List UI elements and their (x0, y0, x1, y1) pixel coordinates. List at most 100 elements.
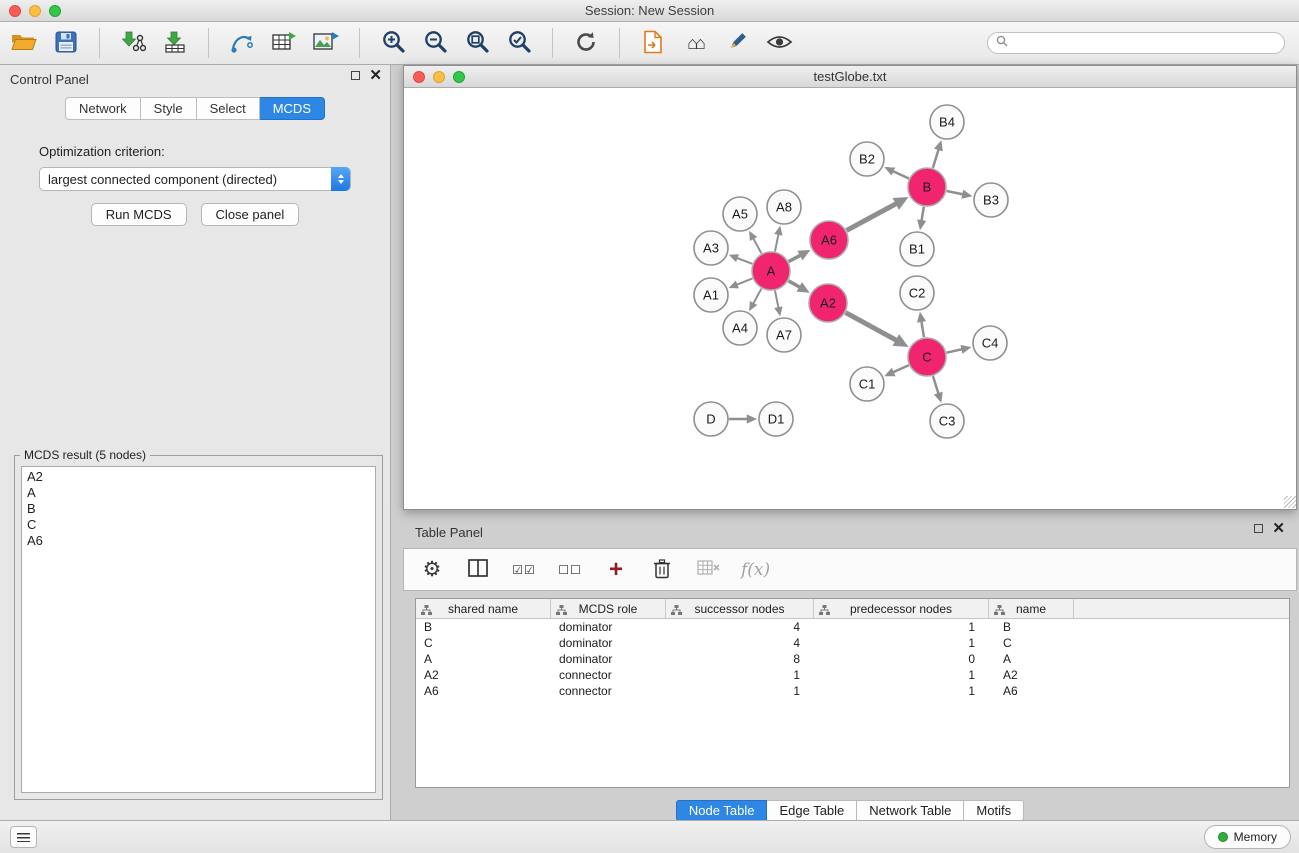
graph-edge-B-B1[interactable] (921, 207, 923, 221)
cell-mcds-role[interactable]: dominator (551, 619, 666, 635)
float-table-panel-icon[interactable] (1254, 524, 1263, 533)
tab-network[interactable]: Network (65, 97, 141, 120)
cell-predecessor-nodes[interactable]: 1 (814, 619, 989, 635)
network-window-zoom-button[interactable] (453, 71, 465, 83)
import-network-button[interactable] (120, 26, 146, 60)
mcds-result-item[interactable]: C (27, 517, 370, 533)
column-header-name[interactable]: name (989, 599, 1074, 618)
network-window-minimize-button[interactable] (433, 71, 445, 83)
cell-successor-nodes[interactable]: 4 (666, 619, 814, 635)
graph-edge-B-B2[interactable] (893, 171, 909, 179)
cell-successor-nodes[interactable]: 1 (666, 683, 814, 699)
tab-style[interactable]: Style (141, 97, 197, 120)
tab-mcds[interactable]: MCDS (260, 97, 325, 120)
cell-predecessor-nodes[interactable]: 1 (814, 683, 989, 699)
table-row[interactable]: A2 connector 1 1 A2 (416, 667, 1289, 683)
cell-mcds-role[interactable]: dominator (551, 635, 666, 651)
tab-select[interactable]: Select (197, 97, 260, 120)
zoom-selected-button[interactable] (506, 26, 532, 60)
tab-node-table[interactable]: Node Table (676, 800, 768, 821)
search-input[interactable] (1013, 36, 1276, 50)
column-header-predecessor-nodes[interactable]: predecessor nodes (814, 599, 989, 618)
delete-column-button[interactable] (649, 553, 675, 587)
float-panel-icon[interactable] (351, 71, 360, 80)
save-session-button[interactable] (53, 26, 79, 60)
select-all-columns-button[interactable]: ☑☑ (511, 553, 537, 587)
toolbar-search[interactable] (987, 32, 1285, 54)
graph-edge-C-C3[interactable] (933, 376, 939, 394)
column-header-shared-name[interactable]: shared name (416, 599, 551, 618)
window-close-button[interactable] (9, 5, 21, 17)
import-table-button[interactable] (162, 26, 188, 60)
network-window-close-button[interactable] (413, 71, 425, 83)
task-history-button[interactable] (10, 826, 37, 848)
cell-mcds-role[interactable]: dominator (551, 651, 666, 667)
open-session-button[interactable] (10, 26, 37, 60)
export-image-button[interactable] (313, 26, 339, 60)
mcds-result-item[interactable]: A6 (27, 533, 370, 549)
column-header-successor-nodes[interactable]: successor nodes (666, 599, 814, 618)
export-network-button[interactable] (229, 26, 255, 60)
mcds-result-item[interactable]: B (27, 501, 370, 517)
cell-predecessor-nodes[interactable]: 1 (814, 635, 989, 651)
cell-mcds-role[interactable]: connector (551, 667, 666, 683)
annotation-button[interactable] (724, 26, 750, 60)
graph-edge-A2-C[interactable] (846, 313, 897, 341)
graph-edge-A-A5[interactable] (753, 238, 761, 253)
table-row[interactable]: B dominator 4 1 B (416, 619, 1289, 635)
home-button[interactable]: ⌂⌂ (682, 26, 708, 60)
delete-table-button[interactable] (695, 553, 721, 587)
graph-edge-C-C2[interactable] (921, 321, 924, 337)
cell-mcds-role[interactable]: connector (551, 683, 666, 699)
graph-edge-C-C4[interactable] (947, 349, 963, 353)
graph-edge-B-B4[interactable] (933, 149, 939, 168)
cell-predecessor-nodes[interactable]: 0 (814, 651, 989, 667)
add-column-button[interactable]: + (603, 553, 629, 587)
cell-name[interactable]: A2 (989, 667, 1074, 683)
graph-edge-A-A3[interactable] (737, 258, 753, 264)
export-table-button[interactable] (271, 26, 297, 60)
table-row[interactable]: A dominator 8 0 A (416, 651, 1289, 667)
cell-predecessor-nodes[interactable]: 1 (814, 667, 989, 683)
report-button[interactable] (640, 26, 666, 60)
graph-edge-A-A1[interactable] (736, 278, 752, 284)
graph-edge-A-A2[interactable] (788, 281, 800, 288)
graph-edge-A-A4[interactable] (753, 289, 761, 304)
cell-successor-nodes[interactable]: 8 (666, 651, 814, 667)
graph-edge-C-C1[interactable] (893, 365, 909, 372)
tab-motifs[interactable]: Motifs (964, 800, 1024, 821)
mcds-result-list[interactable]: A2 A B C A6 (21, 466, 376, 793)
deselect-all-columns-button[interactable]: ☐☐ (557, 553, 583, 587)
cell-name[interactable]: A6 (989, 683, 1074, 699)
tab-network-table[interactable]: Network Table (857, 800, 964, 821)
optimization-criterion-select[interactable]: largest connected component (directed) (39, 167, 351, 191)
mcds-result-item[interactable]: A2 (27, 469, 370, 485)
zoom-out-button[interactable] (422, 26, 448, 60)
table-row[interactable]: A6 connector 1 1 A6 (416, 683, 1289, 699)
graph-edge-A6-B[interactable] (847, 203, 897, 230)
close-table-panel-icon[interactable]: ✕ (1272, 524, 1285, 533)
table-settings-button[interactable]: ⚙ (419, 553, 445, 587)
resize-grip[interactable] (1284, 496, 1296, 508)
graph-edge-A-A8[interactable] (775, 234, 779, 252)
cell-shared-name[interactable]: A2 (416, 667, 551, 683)
cell-shared-name[interactable]: A6 (416, 683, 551, 699)
refresh-button[interactable] (573, 26, 599, 60)
graph-edge-A-A6[interactable] (789, 255, 801, 262)
table-row[interactable]: C dominator 4 1 C (416, 635, 1289, 651)
show-columns-button[interactable] (465, 553, 491, 587)
cell-successor-nodes[interactable]: 4 (666, 635, 814, 651)
close-panel-button[interactable]: Close panel (201, 203, 300, 226)
close-panel-icon[interactable]: ✕ (369, 71, 382, 80)
window-minimize-button[interactable] (29, 5, 41, 17)
cell-shared-name[interactable]: A (416, 651, 551, 667)
cell-name[interactable]: C (989, 635, 1074, 651)
graph-edge-A-A7[interactable] (775, 291, 779, 309)
column-header-mcds-role[interactable]: MCDS role (551, 599, 666, 618)
cell-shared-name[interactable]: B (416, 619, 551, 635)
tab-edge-table[interactable]: Edge Table (767, 800, 857, 821)
zoom-in-button[interactable] (380, 26, 406, 60)
mcds-result-item[interactable]: A (27, 485, 370, 501)
cell-successor-nodes[interactable]: 1 (666, 667, 814, 683)
window-zoom-button[interactable] (49, 5, 61, 17)
